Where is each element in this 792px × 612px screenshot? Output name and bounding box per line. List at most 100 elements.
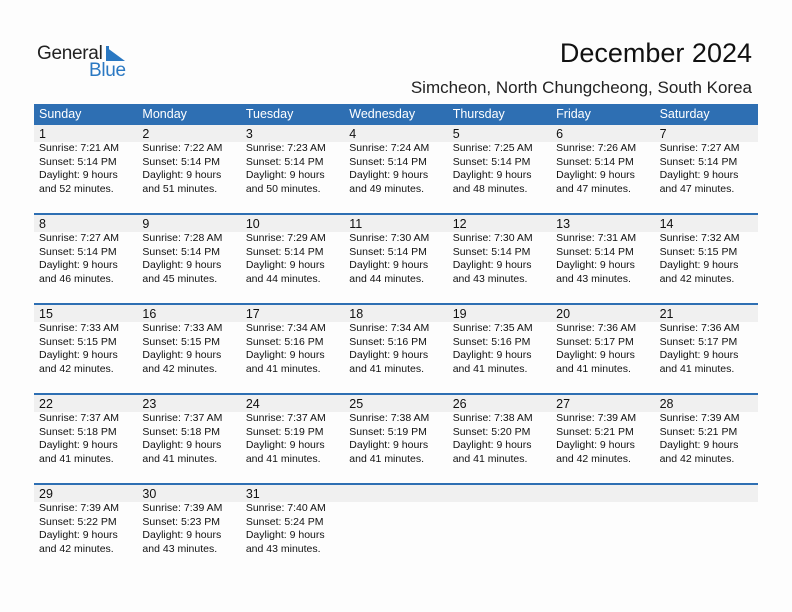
day-info-row: Sunrise: 7:39 AM Sunset: 5:22 PM Daylight:…: [34, 502, 758, 556]
logo-triangle-icon: [106, 47, 125, 61]
day-number: 15: [39, 307, 53, 321]
sunrise-text: Sunrise: 7:27 AM: [39, 232, 119, 244]
daylight-text: Daylight: 9 hours: [452, 259, 532, 271]
day-cell: Sunrise: 7:30 AM Sunset: 5:14 PM Daylight:…: [344, 232, 447, 286]
minutes-text: and 41 minutes.: [659, 362, 735, 375]
sunset-text: Sunset: 5:14 PM: [245, 155, 324, 168]
location-subtitle: Simcheon, North Chungcheong, South Korea: [410, 78, 752, 97]
day-info-row: Sunrise: 7:37 AM Sunset: 5:18 PM Daylight:…: [34, 412, 758, 466]
day-number-row: 15 16 17 18 19 20 21: [34, 305, 758, 322]
sunset-text: Sunset: 5:18 PM: [39, 425, 117, 438]
sunset-text: Sunset: 5:24 PM: [245, 515, 324, 528]
sunrise-text: Sunrise: 7:39 AM: [659, 412, 740, 424]
sunrise-text: Sunrise: 7:22 AM: [142, 142, 223, 154]
day-cell: [448, 502, 551, 556]
daylight-text: Daylight: 9 hours: [349, 439, 429, 451]
daylight-text: Daylight: 9 hours: [245, 169, 325, 181]
daylight-text: Daylight: 9 hours: [556, 259, 635, 271]
day-number: 7: [659, 127, 667, 141]
day-number: 16: [142, 307, 157, 321]
day-number: 8: [39, 217, 46, 231]
day-number: [551, 485, 654, 503]
day-cell: Sunrise: 7:33 AM Sunset: 5:15 PM Daylight:…: [137, 322, 240, 376]
day-cell: [551, 502, 654, 556]
day-number: 2: [142, 127, 150, 141]
day-number: 23: [142, 397, 157, 411]
minutes-text: and 42 minutes.: [556, 452, 631, 465]
page-title: December 2024: [559, 38, 752, 68]
day-cell: Sunrise: 7:28 AM Sunset: 5:14 PM Daylight:…: [137, 232, 240, 286]
day-number: 21: [659, 307, 674, 321]
minutes-text: and 41 minutes.: [245, 452, 321, 465]
daylight-text: Daylight: 9 hours: [39, 169, 118, 181]
minutes-text: and 42 minutes.: [39, 362, 114, 375]
day-cell: Sunrise: 7:27 AM Sunset: 5:14 PM Daylight:…: [655, 142, 758, 196]
sunrise-text: Sunrise: 7:24 AM: [349, 142, 430, 154]
minutes-text: and 45 minutes.: [142, 272, 218, 285]
weekday-header-sunday: Sunday: [39, 107, 82, 121]
sunrise-text: Sunrise: 7:37 AM: [39, 412, 119, 424]
sunrise-text: Sunrise: 7:25 AM: [452, 142, 533, 154]
sunrise-text: Sunrise: 7:39 AM: [39, 502, 119, 514]
weekday-header-saturday: Saturday: [659, 107, 710, 121]
daylight-text: Daylight: 9 hours: [142, 259, 222, 271]
sunset-text: Sunset: 5:19 PM: [245, 425, 324, 438]
daylight-text: Daylight: 9 hours: [39, 439, 118, 451]
daylight-text: Daylight: 9 hours: [349, 259, 429, 271]
daylight-text: Daylight: 9 hours: [142, 349, 222, 361]
sunrise-text: Sunrise: 7:29 AM: [245, 232, 326, 244]
day-number: 25: [349, 397, 364, 411]
day-cell: Sunrise: 7:38 AM Sunset: 5:20 PM Daylight:…: [448, 412, 551, 466]
day-cell: Sunrise: 7:35 AM Sunset: 5:16 PM Daylight:…: [448, 322, 551, 376]
day-cell: [655, 502, 758, 556]
minutes-text: and 51 minutes.: [142, 182, 218, 195]
minutes-text: and 41 minutes.: [245, 362, 321, 375]
minutes-text: and 42 minutes.: [142, 362, 218, 375]
sunset-text: Sunset: 5:21 PM: [556, 425, 634, 438]
day-number: 28: [659, 397, 674, 411]
sunrise-text: Sunrise: 7:36 AM: [659, 322, 740, 334]
minutes-text: and 47 minutes.: [556, 182, 631, 195]
sunset-text: Sunset: 5:14 PM: [659, 155, 738, 168]
day-number: 22: [39, 397, 53, 411]
day-number-row: 1 2 3 4 5 6 7: [34, 125, 758, 142]
day-cell: Sunrise: 7:40 AM Sunset: 5:24 PM Daylight:…: [241, 502, 344, 556]
sunset-text: Sunset: 5:14 PM: [452, 245, 531, 258]
minutes-text: and 41 minutes.: [349, 452, 424, 465]
sunset-text: Sunset: 5:14 PM: [556, 245, 634, 258]
daylight-text: Daylight: 9 hours: [452, 349, 532, 361]
sunset-text: Sunset: 5:14 PM: [142, 155, 221, 168]
daylight-text: Daylight: 9 hours: [245, 259, 325, 271]
day-cell: Sunrise: 7:34 AM Sunset: 5:16 PM Daylight:…: [241, 322, 344, 376]
sunrise-text: Sunrise: 7:23 AM: [245, 142, 326, 154]
day-cell: Sunrise: 7:22 AM Sunset: 5:14 PM Daylight:…: [137, 142, 240, 196]
sunrise-text: Sunrise: 7:33 AM: [39, 322, 119, 334]
daylight-text: Daylight: 9 hours: [245, 529, 325, 541]
daylight-text: Daylight: 9 hours: [245, 439, 325, 451]
daylight-text: Daylight: 9 hours: [39, 349, 118, 361]
day-cell: Sunrise: 7:25 AM Sunset: 5:14 PM Daylight:…: [448, 142, 551, 196]
sunrise-text: Sunrise: 7:38 AM: [452, 412, 533, 424]
daylight-text: Daylight: 9 hours: [142, 439, 222, 451]
sunset-text: Sunset: 5:14 PM: [39, 245, 117, 258]
week-row: 15 16 17 18 19 20 21 Sunrise: 7:33 AM Sunset: 5:…: [34, 303, 758, 393]
day-number-row: 29 30 31: [34, 485, 758, 502]
sunrise-text: Sunrise: 7:35 AM: [452, 322, 533, 334]
day-number: 5: [452, 127, 460, 141]
sunset-text: Sunset: 5:15 PM: [659, 245, 738, 258]
daylight-text: Daylight: 9 hours: [556, 349, 635, 361]
sunset-text: Sunset: 5:14 PM: [142, 245, 221, 258]
day-cell: Sunrise: 7:21 AM Sunset: 5:14 PM Daylight:…: [34, 142, 137, 196]
sunrise-text: Sunrise: 7:34 AM: [245, 322, 326, 334]
minutes-text: and 49 minutes.: [349, 182, 424, 195]
sunset-text: Sunset: 5:14 PM: [39, 155, 117, 168]
day-number: 24: [245, 397, 260, 411]
day-cell: Sunrise: 7:29 AM Sunset: 5:14 PM Daylight:…: [241, 232, 344, 286]
day-number-row: 22 23 24 25 26 27 28: [34, 395, 758, 412]
day-cell: Sunrise: 7:34 AM Sunset: 5:16 PM Daylight:…: [344, 322, 447, 376]
week-row: 1 2 3 4 5 6 7 Sunrise: 7:21 AM Sunset: 5:14 PM Da…: [34, 125, 758, 213]
sunrise-text: Sunrise: 7:34 AM: [349, 322, 430, 334]
minutes-text: and 41 minutes.: [349, 362, 424, 375]
day-cell: Sunrise: 7:39 AM Sunset: 5:22 PM Daylight:…: [34, 502, 137, 556]
day-cell: Sunrise: 7:36 AM Sunset: 5:17 PM Daylight:…: [551, 322, 654, 376]
